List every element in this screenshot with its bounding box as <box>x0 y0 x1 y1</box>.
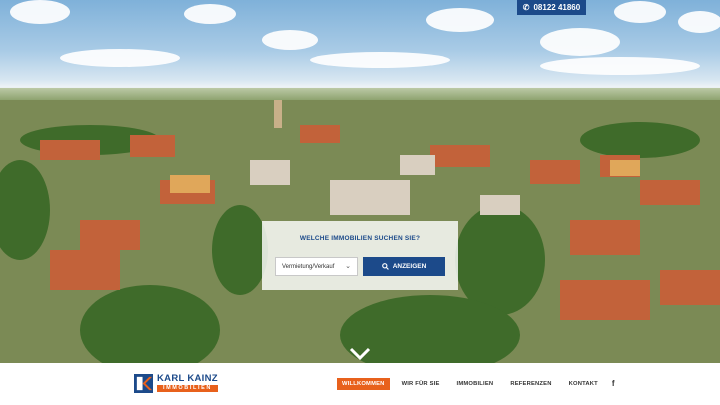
chevron-down-icon <box>349 347 371 361</box>
logo-mark-icon <box>134 373 153 393</box>
search-title: WELCHE IMMOBILIEN SUCHEN SIE? <box>299 235 421 242</box>
nav-item-immobilien[interactable]: IMMOBILIEN <box>452 378 499 390</box>
nav-item-referenzen[interactable]: REFERENZEN <box>505 378 556 390</box>
property-search-box: WELCHE IMMOBILIEN SUCHEN SIE? Vermietung… <box>262 221 458 290</box>
chevron-down-icon: ⌄ <box>345 263 351 270</box>
search-icon <box>381 263 389 270</box>
main-nav: WILLKOMMEN WIR FÜR SIE IMMOBILIEN REFERE… <box>337 377 615 390</box>
logo-subtitle: IMMOBILIEN <box>157 384 218 392</box>
show-button-label: ANZEIGEN <box>392 263 427 270</box>
scroll-down-button[interactable] <box>349 345 371 361</box>
type-select[interactable]: Vermietung/Verkauf ⌄ <box>275 257 358 276</box>
nav-item-kontakt[interactable]: KONTAKT <box>564 378 603 390</box>
logo-name: KARL KAINZ <box>157 373 218 384</box>
phone-badge[interactable]: ✆ 08122 41860 <box>517 0 586 15</box>
phone-icon: ✆ <box>522 3 530 12</box>
type-select-value: Vermietung/Verkauf <box>282 263 335 270</box>
show-button[interactable]: ANZEIGEN <box>363 257 445 276</box>
company-logo[interactable]: KARL KAINZ IMMOBILIEN <box>134 372 228 394</box>
nav-item-wir-fuer-sie[interactable]: WIR FÜR SIE <box>397 378 445 390</box>
hero-image <box>0 0 720 363</box>
phone-number: 08122 41860 <box>533 3 581 12</box>
facebook-icon[interactable]: f <box>612 379 615 388</box>
sky-clouds <box>10 0 720 75</box>
nav-item-willkommen[interactable]: WILLKOMMEN <box>337 377 390 390</box>
